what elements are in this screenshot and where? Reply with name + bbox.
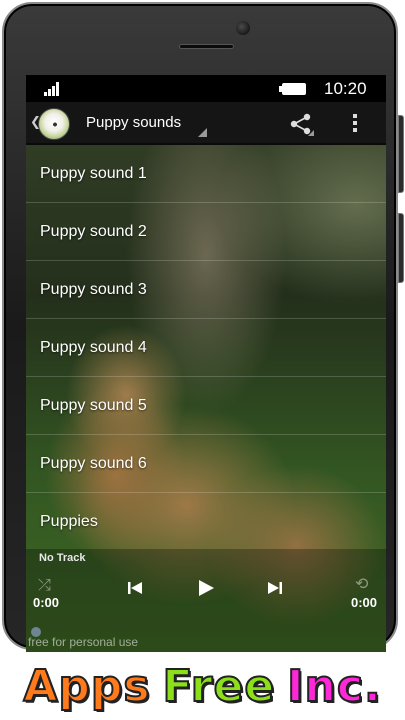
list-item[interactable]: Puppy sound 6 (26, 435, 386, 493)
track-name: No Track (39, 552, 86, 564)
banner-word: Free (162, 660, 276, 713)
banner-word: Inc. (286, 660, 382, 713)
audio-player: No Track ⤮ ⟲ 0:00 0:00 free for personal… (26, 549, 386, 652)
repeat-icon[interactable]: ⟲ (355, 574, 368, 593)
power-button (398, 213, 404, 283)
phone-screen: 10:20 ❮ Puppy sounds Puppy sound 1 Puppy… (26, 75, 386, 652)
previous-icon[interactable] (126, 580, 144, 596)
front-camera (236, 21, 250, 35)
earpiece-speaker (179, 44, 234, 49)
app-icon[interactable] (38, 108, 70, 140)
list-item[interactable]: Puppy sound 1 (26, 145, 386, 203)
status-bar: 10:20 (26, 75, 386, 102)
sound-list: Puppy sound 1 Puppy sound 2 Puppy sound … (26, 145, 386, 551)
status-clock: 10:20 (324, 79, 367, 98)
signal-icon (44, 82, 60, 96)
overflow-menu-icon[interactable] (352, 114, 358, 134)
next-icon[interactable] (266, 580, 284, 596)
phone-frame: 10:20 ❮ Puppy sounds Puppy sound 1 Puppy… (2, 2, 398, 652)
list-item[interactable]: Puppies (26, 493, 386, 551)
battery-icon (279, 83, 306, 95)
app-title: Puppy sounds (86, 114, 182, 131)
volume-button (398, 115, 404, 193)
list-item[interactable]: Puppy sound 5 (26, 377, 386, 435)
list-item[interactable]: Puppy sound 2 (26, 203, 386, 261)
action-bar: ❮ Puppy sounds (26, 102, 386, 145)
banner-word: Apps (22, 660, 151, 713)
track-duration: 0:00 (351, 595, 378, 610)
brand-banner: Apps Free Inc. (0, 652, 405, 720)
current-time: 0:00 (33, 595, 60, 610)
play-icon[interactable] (196, 579, 216, 597)
title-dropdown-caret-icon (198, 128, 207, 137)
list-item[interactable]: Puppy sound 4 (26, 319, 386, 377)
shuffle-icon[interactable]: ⤮ (38, 575, 51, 595)
footer-note: free for personal use (28, 635, 139, 649)
list-item[interactable]: Puppy sound 3 (26, 261, 386, 319)
share-icon[interactable] (288, 112, 314, 136)
